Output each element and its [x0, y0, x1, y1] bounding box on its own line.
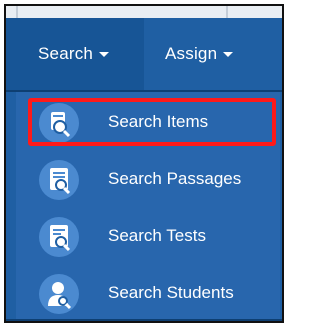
menu-item-label: Search Items: [108, 112, 209, 131]
menu-item-label: Search Tests: [108, 226, 206, 245]
chevron-down-icon: [223, 51, 234, 57]
menu-item-search-students[interactable]: Search Students: [16, 268, 280, 320]
nav-assign-label: Assign: [165, 44, 218, 63]
search-items-icon: [39, 103, 79, 143]
nav-search[interactable]: Search: [38, 18, 110, 90]
search-dropdown-menu: Search Items Search Passages Search Test…: [16, 92, 280, 321]
menu-item-search-items[interactable]: Search Items: [16, 97, 280, 149]
chevron-down-icon: [99, 51, 110, 57]
menu-item-label: Search Passages: [108, 169, 242, 188]
search-passages-icon: [39, 160, 79, 200]
search-students-icon: [39, 274, 79, 314]
nav-search-label: Search: [38, 44, 94, 63]
top-strip: [6, 6, 282, 18]
nav-assign[interactable]: Assign: [165, 18, 234, 90]
search-tests-icon: [39, 217, 79, 257]
app-window: Search Assign Search Items Search Passag…: [4, 4, 284, 323]
bottom-border: [6, 319, 282, 321]
menu-item-label: Search Students: [108, 283, 234, 302]
menu-item-search-passages[interactable]: Search Passages: [16, 154, 280, 206]
top-navbar: Search Assign: [6, 18, 282, 90]
menu-item-search-tests[interactable]: Search Tests: [16, 211, 280, 263]
